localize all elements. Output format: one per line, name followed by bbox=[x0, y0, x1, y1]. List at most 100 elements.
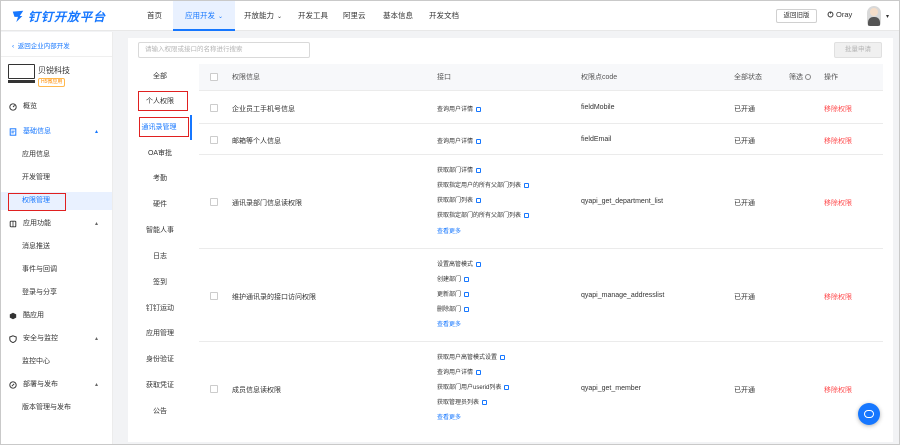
external-link-icon bbox=[482, 399, 488, 405]
interface-link[interactable]: 获取用户高管模式设置 bbox=[437, 352, 506, 361]
user-menu[interactable]: Oray bbox=[827, 10, 852, 19]
sidebar-item-overview[interactable]: 概览 bbox=[1, 98, 112, 116]
sidebar-item-monitoring-center[interactable]: 监控中心 bbox=[1, 353, 112, 371]
interface-label: 获取用户高管模式设置 bbox=[437, 355, 498, 361]
sidebar-item-label: 部署与发布 bbox=[23, 381, 58, 388]
interface-label: 获取指定用户的所有父部门列表 bbox=[437, 183, 522, 189]
category-identity[interactable]: 身份验证 bbox=[128, 347, 192, 372]
interface-link[interactable]: 删除部门 bbox=[437, 304, 470, 313]
nav-aliyun[interactable]: 阿里云 bbox=[343, 1, 366, 31]
row-checkbox[interactable] bbox=[210, 198, 218, 206]
sidebar-item-login-share[interactable]: 登录与分享 bbox=[1, 284, 112, 302]
remove-permission-button[interactable]: 移除权限 bbox=[824, 385, 852, 395]
header-status[interactable]: 全部状态 bbox=[734, 64, 762, 91]
help-chat-button[interactable] bbox=[858, 403, 880, 425]
permission-name: 维护通讯录的接口访问权限 bbox=[232, 294, 316, 301]
sidebar-item-version-release[interactable]: 版本管理与发布 bbox=[1, 399, 112, 417]
interface-link[interactable]: 更新部门 bbox=[437, 289, 470, 298]
header-action: 操作 bbox=[824, 74, 838, 81]
sidebar-item-app-info[interactable]: 应用信息 bbox=[1, 146, 112, 164]
header-permission: 权限信息 bbox=[232, 74, 260, 81]
back-to-internal-dev-link[interactable]: ‹ 返回企业内部开发 bbox=[12, 40, 70, 50]
remove-permission-button[interactable]: 移除权限 bbox=[824, 198, 852, 208]
nav-basic-info[interactable]: 基本信息 bbox=[383, 1, 413, 31]
remove-permission-button[interactable]: 移除权限 bbox=[824, 104, 852, 114]
external-link-icon bbox=[476, 369, 482, 375]
row-checkbox[interactable] bbox=[210, 104, 218, 112]
view-more-link[interactable]: 查看更多 bbox=[437, 319, 461, 328]
sidebar-item-cool-app[interactable]: 酷应用 bbox=[1, 307, 112, 325]
caret-down-icon[interactable]: ▾ bbox=[886, 13, 889, 20]
interface-link[interactable]: 获取部门用户userid列表 bbox=[437, 382, 510, 391]
interface-label: 获取部门详情 bbox=[437, 168, 474, 174]
category-hardware[interactable]: 硬件 bbox=[128, 192, 192, 217]
interface-label: 更新部门 bbox=[437, 292, 462, 298]
puzzle-icon bbox=[9, 220, 17, 228]
old-version-button[interactable]: 返回旧版 bbox=[776, 9, 817, 23]
select-all-checkbox[interactable] bbox=[210, 73, 218, 81]
view-more-link[interactable]: 查看更多 bbox=[437, 412, 461, 421]
interface-label: 创建部门 bbox=[437, 277, 462, 283]
status-text: 已开通 bbox=[734, 138, 755, 145]
category-all[interactable]: 全部 bbox=[128, 64, 192, 89]
category-announcement[interactable]: 公告 bbox=[128, 399, 192, 424]
category-attendance[interactable]: 考勤 bbox=[128, 166, 192, 191]
external-link-icon bbox=[476, 106, 482, 112]
sidebar-item-basic-info[interactable]: 基础信息 ▴ bbox=[1, 123, 112, 141]
cube-icon bbox=[9, 312, 17, 320]
sidebar: ‹ 返回企业内部开发 贝锐科技 H5微应用 概览 基础信息 ▴ 应用信息 开发管… bbox=[1, 32, 113, 444]
view-more-link[interactable]: 查看更多 bbox=[437, 226, 461, 235]
remove-permission-button[interactable]: 移除权限 bbox=[824, 136, 852, 146]
row-checkbox[interactable] bbox=[210, 136, 218, 144]
interface-label: 获取部门用户userid列表 bbox=[437, 385, 502, 391]
category-log[interactable]: 日志 bbox=[128, 244, 192, 269]
highlight-box bbox=[138, 91, 188, 111]
brand-logo[interactable]: 钉钉开放平台 bbox=[11, 8, 106, 24]
sidebar-item-security-monitoring[interactable]: 安全与监控 ▴ bbox=[1, 330, 112, 348]
sidebar-item-dev-management[interactable]: 开发管理 bbox=[1, 169, 112, 187]
row-checkbox[interactable] bbox=[210, 292, 218, 300]
interface-link[interactable]: 获取管理员列表 bbox=[437, 397, 488, 406]
sidebar-item-label: 应用功能 bbox=[23, 220, 51, 227]
interface-label: 设置高管模式 bbox=[437, 262, 474, 268]
avatar[interactable] bbox=[867, 6, 881, 26]
nav-app-dev[interactable]: 应用开发 ⌄ bbox=[173, 1, 236, 31]
category-smart-hr[interactable]: 智能人事 bbox=[128, 218, 192, 243]
nav-home[interactable]: 首页 bbox=[147, 1, 162, 31]
batch-apply-button[interactable]: 批量申请 bbox=[834, 42, 882, 58]
interface-link[interactable]: 获取部门详情 bbox=[437, 165, 482, 174]
category-app-management[interactable]: 应用管理 bbox=[128, 321, 192, 346]
external-link-icon bbox=[464, 276, 470, 282]
interface-link[interactable]: 获取指定部门的所有父部门列表 bbox=[437, 210, 530, 219]
category-credentials[interactable]: 获取凭证 bbox=[128, 373, 192, 398]
interface-label: 获取管理员列表 bbox=[437, 400, 480, 406]
filter-control[interactable]: 筛选 bbox=[789, 64, 811, 91]
status-text: 已开通 bbox=[734, 200, 755, 207]
interface-link[interactable]: 查询用户详情 bbox=[437, 136, 482, 145]
interface-link[interactable]: 创建部门 bbox=[437, 274, 470, 283]
nav-dev-docs[interactable]: 开发文档 bbox=[429, 1, 459, 31]
interface-label: 查询用户详情 bbox=[437, 139, 474, 145]
nav-open-capability[interactable]: 开放能力 ⌄ bbox=[244, 1, 282, 31]
interface-link[interactable]: 设置高管模式 bbox=[437, 259, 482, 268]
sidebar-item-deploy-release[interactable]: 部署与发布 ▴ bbox=[1, 376, 112, 394]
interface-link[interactable]: 查询用户详情 bbox=[437, 367, 482, 376]
interface-link[interactable]: 获取指定用户的所有父部门列表 bbox=[437, 180, 530, 189]
interface-link[interactable]: 查询用户详情 bbox=[437, 104, 482, 113]
interface-link[interactable]: 获取部门列表 bbox=[437, 195, 482, 204]
sidebar-item-message-push[interactable]: 消息推送 bbox=[1, 238, 112, 256]
category-dingtalk-sport[interactable]: 钉钉运动 bbox=[128, 296, 192, 321]
search-icon bbox=[805, 74, 811, 81]
chevron-down-icon: ⌄ bbox=[218, 14, 224, 20]
category-oa-approval[interactable]: OA审批 bbox=[128, 141, 192, 166]
sidebar-item-app-features[interactable]: 应用功能 ▴ bbox=[1, 215, 112, 233]
nav-open-capability-label: 开放能力 bbox=[244, 11, 274, 20]
row-checkbox[interactable] bbox=[210, 385, 218, 393]
sidebar-item-events-callbacks[interactable]: 事件与回调 bbox=[1, 261, 112, 279]
category-checkin[interactable]: 签到 bbox=[128, 270, 192, 295]
table-row: 维护通讯录的接口访问权限 设置高管模式 创建部门 更新部门 删除部门 查看更多 … bbox=[199, 250, 883, 342]
interface-label: 获取部门列表 bbox=[437, 198, 474, 204]
remove-permission-button[interactable]: 移除权限 bbox=[824, 292, 852, 302]
nav-dev-tools[interactable]: 开发工具 bbox=[298, 1, 328, 31]
search-input[interactable]: 请输入权限或接口的名称进行搜索 bbox=[138, 42, 310, 58]
